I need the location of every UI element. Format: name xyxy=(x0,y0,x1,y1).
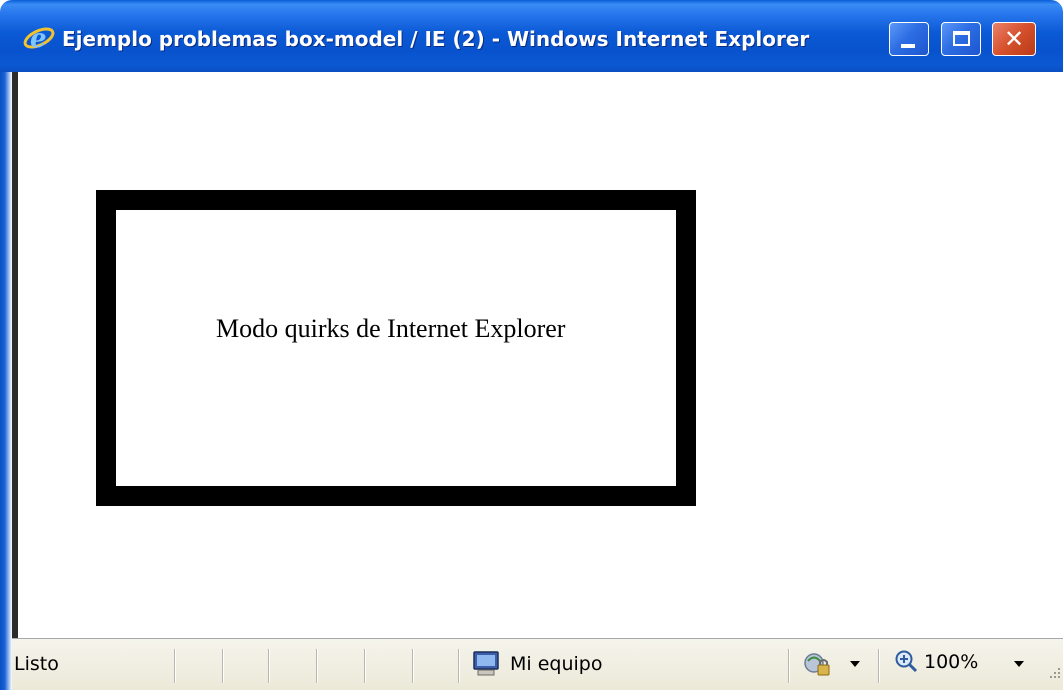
security-zone-text: Mi equipo xyxy=(510,653,603,675)
close-icon: ✕ xyxy=(1003,25,1025,53)
status-separator xyxy=(268,649,270,683)
status-bar: Listo Mi equipo 100% xyxy=(12,638,1063,690)
status-separator xyxy=(412,649,414,683)
quirks-demo-box xyxy=(96,190,696,506)
svg-text:e: e xyxy=(30,24,47,54)
status-separator xyxy=(788,649,790,683)
protected-mode-dropdown-icon[interactable] xyxy=(850,661,860,667)
status-separator xyxy=(222,649,224,683)
status-separator xyxy=(364,649,366,683)
status-separator xyxy=(174,649,176,683)
title-bar[interactable]: e Ejemplo problemas box-model / IE (2) -… xyxy=(0,0,1063,72)
window-frame-left xyxy=(0,72,12,690)
maximize-icon xyxy=(953,31,970,46)
quirks-demo-text: Modo quirks de Internet Explorer xyxy=(216,314,566,343)
zoom-dropdown-icon[interactable] xyxy=(1014,661,1024,667)
ie-logo-icon: e xyxy=(23,24,55,54)
close-button[interactable]: ✕ xyxy=(992,22,1036,56)
minimize-button[interactable] xyxy=(889,22,929,56)
computer-icon xyxy=(473,651,499,676)
zoom-level[interactable]: 100% xyxy=(924,651,978,673)
resize-grip-icon[interactable] xyxy=(1043,661,1063,681)
status-separator xyxy=(458,649,460,683)
status-separator xyxy=(316,649,318,683)
maximize-button[interactable] xyxy=(941,22,981,56)
minimize-icon xyxy=(901,44,915,48)
window-title: Ejemplo problemas box-model / IE (2) - W… xyxy=(62,27,810,51)
status-separator xyxy=(878,649,880,683)
zoom-icon[interactable] xyxy=(894,649,918,673)
status-text: Listo xyxy=(14,653,59,675)
browser-window: e Ejemplo problemas box-model / IE (2) -… xyxy=(0,0,1063,690)
protected-mode-icon[interactable] xyxy=(802,651,834,679)
